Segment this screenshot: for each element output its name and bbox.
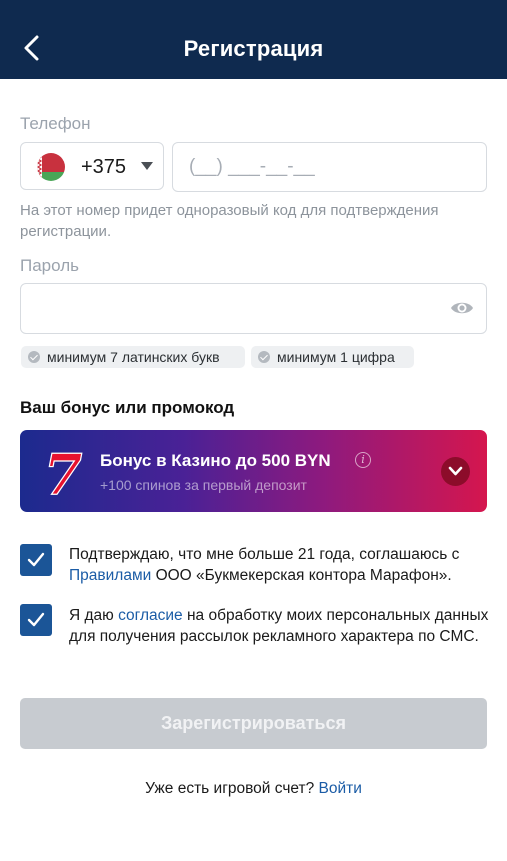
consent-link[interactable]: согласие	[118, 607, 183, 624]
sms-consent-text: Я даю согласие на обработку моих персона…	[69, 606, 489, 647]
login-prompt-row: Уже есть игровой счет? Войти	[0, 780, 507, 798]
login-link[interactable]: Войти	[319, 780, 362, 797]
phone-hint: На этот номер придет одноразовый код для…	[20, 202, 439, 240]
password-rule-text: минимум 7 латинских букв	[47, 349, 220, 365]
casino-seven-logo: 7	[42, 441, 84, 508]
consent-text: Я даю	[69, 607, 119, 624]
bonus-section-title: Ваш бонус или промокод	[20, 398, 235, 417]
check-circle-icon	[258, 351, 270, 363]
register-button[interactable]: Зарегистрироваться	[20, 698, 487, 749]
eye-icon[interactable]	[449, 297, 475, 319]
consent-text: ООО «Букмекерская контора Марафон».	[151, 566, 452, 584]
casino-seven-glyph: 7	[44, 444, 83, 500]
rules-link[interactable]: Правилами	[69, 567, 151, 584]
bonus-card[interactable]: 7 Бонус в Казино до 500 BYN i +100 спино…	[20, 430, 487, 512]
country-code-value: +375	[81, 156, 127, 178]
age-rules-checkbox[interactable]	[20, 544, 52, 576]
bonus-subtitle: +100 спинов за первый депозит	[100, 477, 307, 493]
password-rule-chip: минимум 1 цифра	[251, 346, 414, 368]
phone-input[interactable]	[172, 142, 487, 192]
age-rules-consent-text: Подтверждаю, что мне больше 21 года, сог…	[69, 545, 489, 586]
check-circle-icon	[28, 351, 40, 363]
sms-consent-checkbox[interactable]	[20, 604, 52, 636]
password-rule-text: минимум 1 цифра	[277, 349, 395, 365]
login-prompt: Уже есть игровой счет?	[145, 780, 315, 797]
expand-chevron-icon[interactable]	[441, 457, 470, 486]
phone-label: Телефон	[20, 114, 91, 133]
app-header: Регистрация	[0, 0, 507, 79]
country-code-selector[interactable]: +375	[20, 142, 164, 190]
password-rule-chip: минимум 7 латинских букв	[21, 346, 245, 368]
info-icon[interactable]: i	[355, 452, 371, 468]
chevron-down-icon	[141, 162, 153, 170]
page-title: Регистрация	[183, 36, 324, 61]
consent-text: Подтверждаю, что мне больше 21 года, сог…	[69, 546, 460, 563]
belarus-flag-icon	[37, 153, 65, 181]
password-input[interactable]	[20, 283, 487, 334]
bonus-title: Бонус в Казино до 500 BYN	[100, 451, 331, 470]
password-label: Пароль	[20, 256, 79, 275]
